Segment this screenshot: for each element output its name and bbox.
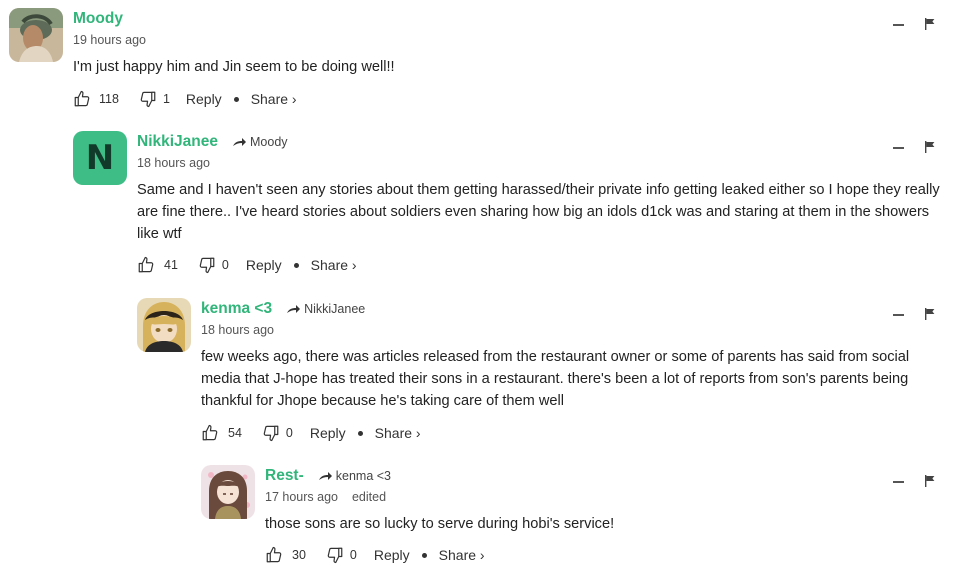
- comment-actions: 54 0 Reply Share ›: [201, 424, 949, 442]
- thumbs-up-icon: [137, 256, 155, 274]
- reply-button[interactable]: Reply: [186, 91, 222, 107]
- comment-text: those sons are so lucky to serve during …: [265, 516, 615, 532]
- reply-to[interactable]: Moody: [232, 135, 288, 149]
- comment-controls: [893, 141, 935, 153]
- minimize-icon[interactable]: [893, 147, 904, 149]
- comment-text: I'm just happy him and Jin seem to be do…: [73, 59, 395, 75]
- flag-icon[interactable]: [924, 308, 935, 320]
- reply-button[interactable]: Reply: [310, 425, 346, 441]
- like-count: 118: [99, 92, 119, 106]
- comment-controls: [893, 308, 935, 320]
- like-count: 41: [164, 258, 178, 272]
- reply-to-name: NikkiJanee: [304, 302, 366, 316]
- comment-text: few weeks ago, there was articles releas…: [201, 349, 910, 409]
- dislike-count: 1: [162, 92, 170, 106]
- comment-controls: [893, 475, 935, 487]
- minimize-icon[interactable]: [893, 314, 904, 316]
- thumbs-down-icon: [198, 256, 216, 274]
- dislike-button[interactable]: 0: [262, 424, 293, 442]
- share-button[interactable]: Share ›: [375, 425, 421, 441]
- share-button[interactable]: Share ›: [311, 257, 357, 273]
- timestamp[interactable]: 18 hours ago: [201, 323, 274, 337]
- separator-dot: [421, 552, 427, 558]
- reply-to-name: Moody: [250, 135, 288, 149]
- comment-body: Moody 19 hours ago I'm just happy him an…: [73, 8, 933, 108]
- comment-body: NikkiJanee Moody 18 hours ago Same and I…: [137, 131, 949, 274]
- dislike-count: 0: [285, 426, 293, 440]
- like-count: 30: [292, 548, 306, 562]
- thumbs-down-icon: [326, 546, 344, 564]
- timestamp[interactable]: 19 hours ago: [73, 33, 146, 47]
- like-button[interactable]: 41: [137, 256, 178, 274]
- like-button[interactable]: 30: [265, 546, 306, 564]
- comment-actions: 41 0 Reply Share ›: [137, 256, 949, 274]
- dislike-count: 0: [349, 548, 357, 562]
- dislike-button[interactable]: 1: [139, 90, 170, 108]
- author-name[interactable]: kenma <3: [201, 300, 272, 318]
- comment-text: Same and I haven't seen any stories abou…: [137, 182, 940, 242]
- separator-dot: [293, 262, 299, 268]
- share-button[interactable]: Share ›: [439, 547, 485, 563]
- flag-icon[interactable]: [924, 475, 935, 487]
- reply-to[interactable]: NikkiJanee: [286, 302, 365, 316]
- like-count: 54: [228, 426, 242, 440]
- minimize-icon[interactable]: [893, 481, 904, 483]
- separator-dot: [233, 96, 239, 102]
- anime-girl-avatar-icon[interactable]: [201, 465, 255, 519]
- flag-icon[interactable]: [924, 18, 935, 30]
- dislike-button[interactable]: 0: [326, 546, 357, 564]
- comment-actions: 118 1 Reply Share ›: [73, 90, 933, 108]
- photo-avatar-icon[interactable]: [9, 8, 63, 62]
- dislike-button[interactable]: 0: [198, 256, 229, 274]
- dislike-count: 0: [221, 258, 229, 272]
- minimize-icon[interactable]: [893, 24, 904, 26]
- timestamp[interactable]: 18 hours ago: [137, 156, 210, 170]
- comment-actions: 30 0 Reply Share ›: [265, 546, 949, 564]
- comment-controls: [893, 18, 935, 30]
- comment-body: kenma <3 NikkiJanee 18 hours ago few wee…: [201, 298, 949, 442]
- thumbs-down-icon: [139, 90, 157, 108]
- thumbs-up-icon: [201, 424, 219, 442]
- comment-body: Rest- kenma <3 17 hours ago edited those …: [265, 465, 949, 564]
- separator-dot: [357, 430, 363, 436]
- reply-button[interactable]: Reply: [246, 257, 282, 273]
- flag-icon[interactable]: [924, 141, 935, 153]
- reply-to-name: kenma <3: [335, 469, 392, 483]
- thumbs-up-icon: [73, 90, 91, 108]
- author-name[interactable]: Rest-: [265, 467, 304, 485]
- anime-avatar-icon[interactable]: [137, 298, 191, 352]
- reply-arrow-icon: [286, 303, 300, 315]
- author-name[interactable]: NikkiJanee: [137, 133, 218, 151]
- share-button[interactable]: Share ›: [251, 91, 297, 107]
- thumbs-up-icon: [265, 546, 283, 564]
- reply-button[interactable]: Reply: [374, 547, 410, 563]
- letter-avatar[interactable]: N: [73, 131, 127, 185]
- thumbs-down-icon: [262, 424, 280, 442]
- like-button[interactable]: 54: [201, 424, 242, 442]
- reply-arrow-icon: [232, 136, 246, 148]
- edited-label: edited: [351, 490, 387, 504]
- reply-arrow-icon: [318, 470, 332, 482]
- like-button[interactable]: 118: [73, 90, 119, 108]
- timestamp[interactable]: 17 hours ago: [265, 490, 338, 504]
- reply-to[interactable]: kenma <3: [318, 469, 391, 483]
- author-name[interactable]: Moody: [73, 10, 123, 28]
